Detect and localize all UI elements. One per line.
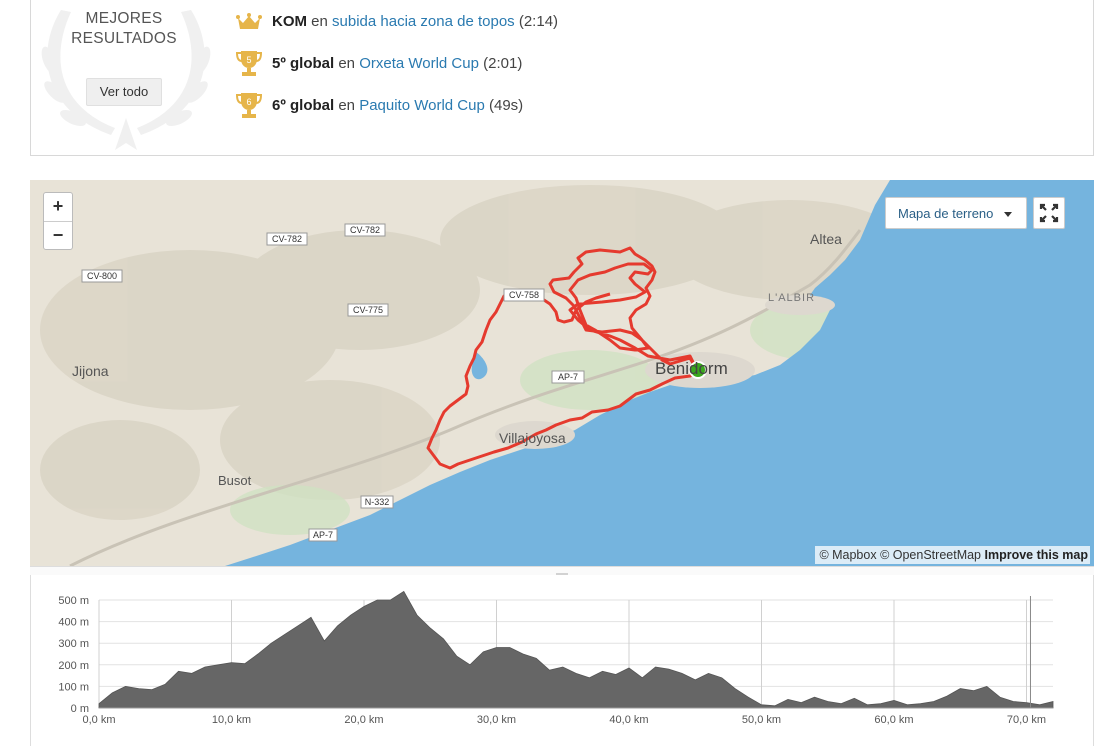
- best-results-panel: MEJORES RESULTADOS Ver todo KOM en subid…: [30, 0, 1094, 156]
- place-label-jijona: Jijona: [72, 363, 109, 379]
- result-time: (49s): [488, 97, 524, 114]
- road-label-ap7: AP-7: [313, 530, 333, 540]
- y-tick-label: 500 m: [58, 595, 89, 607]
- y-tick-label: 100 m: [58, 681, 89, 693]
- x-tick-label: 20,0 km: [344, 714, 383, 726]
- map-type-label: Mapa de terreno: [898, 206, 994, 221]
- road-label-cv758: CV-758: [509, 290, 539, 300]
- x-tick-label: 40,0 km: [609, 714, 648, 726]
- fullscreen-button[interactable]: [1033, 197, 1065, 229]
- best-results-title-line2: RESULTADOS: [71, 30, 177, 47]
- road-label-cv782: CV-782: [272, 234, 302, 244]
- attribution-mapbox-link[interactable]: © Mapbox: [819, 548, 876, 562]
- road-label-cv800: CV-800: [87, 271, 117, 281]
- result-time: (2:14): [518, 13, 559, 30]
- road-label-n332: N-332: [365, 497, 390, 507]
- trophy-icon: 6: [236, 93, 262, 118]
- y-tick-label: 400 m: [58, 617, 89, 629]
- segment-link[interactable]: subida hacia zona de topos: [332, 13, 515, 30]
- zoom-controls: + −: [43, 192, 73, 250]
- road-label-cv782: CV-782: [350, 225, 380, 235]
- x-tick-label: 10,0 km: [212, 714, 251, 726]
- result-en: en: [311, 13, 328, 30]
- map-attribution: © Mapbox © OpenStreetMap Improve this ma…: [815, 546, 1090, 564]
- map-canvas[interactable]: CV-782 CV-782 CV-800 CV-775 CV-758 AP-7 …: [30, 180, 1094, 566]
- result-rank: 5º global: [272, 55, 335, 72]
- map-type-dropdown[interactable]: Mapa de terreno: [885, 197, 1027, 229]
- attribution-osm-link[interactable]: © OpenStreetMap: [880, 548, 981, 562]
- result-en: en: [338, 97, 356, 114]
- x-tick-label: 50,0 km: [742, 714, 781, 726]
- place-label-benidorm: Benidorm: [655, 359, 728, 378]
- trophy-icon: 5: [236, 51, 262, 76]
- zoom-out-button[interactable]: −: [44, 221, 72, 250]
- best-results-title-line1: MEJORES: [85, 10, 163, 27]
- y-tick-label: 200 m: [58, 660, 89, 672]
- elevation-profile: 0 m 100 m 200 m 300 m 400 m 500 m 0,0 km 10,0 k…: [30, 575, 1094, 746]
- result-rank: KOM: [272, 13, 307, 30]
- trophy-rank-number: 6: [246, 97, 251, 107]
- segment-link[interactable]: Orxeta World Cup: [359, 55, 479, 72]
- place-label-lalbir: L'ALBIR: [768, 292, 815, 304]
- improve-map-link[interactable]: Improve this map: [985, 548, 1089, 562]
- x-tick-label: 70,0 km: [1007, 714, 1046, 726]
- y-tick-label: 300 m: [58, 638, 89, 650]
- zoom-in-button[interactable]: +: [44, 193, 72, 221]
- x-tick-label: 30,0 km: [477, 714, 516, 726]
- road-label-cv775: CV-775: [353, 305, 383, 315]
- ver-todo-button[interactable]: Ver todo: [86, 78, 162, 106]
- segment-link[interactable]: Paquito World Cup: [359, 97, 485, 114]
- elevation-area: [98, 590, 1054, 709]
- result-en: en: [338, 55, 356, 72]
- trophy-rank-number: 5: [246, 55, 251, 65]
- elevation-chart: 0 m100 m200 m300 m400 m500 m0,0 km 10,0 k…: [58, 590, 1054, 726]
- result-rank: 6º global: [272, 97, 335, 114]
- best-results-title: MEJORES RESULTADOS: [31, 9, 217, 49]
- route-map[interactable]: CV-782 CV-782 CV-800 CV-775 CV-758 AP-7 …: [30, 180, 1094, 566]
- caret-down-icon: [1004, 212, 1012, 217]
- result-time: (2:01): [483, 55, 523, 72]
- place-label-villajoyosa: Villajoyosa: [499, 430, 566, 446]
- place-label-busot: Busot: [218, 473, 252, 488]
- crown-icon: [236, 13, 262, 29]
- expand-icon: [1039, 203, 1059, 223]
- x-tick-label: 60,0 km: [874, 714, 913, 726]
- road-label-ap7: AP-7: [558, 372, 578, 382]
- x-tick-label: 0,0 km: [82, 714, 115, 726]
- place-label-altea: Altea: [810, 231, 842, 247]
